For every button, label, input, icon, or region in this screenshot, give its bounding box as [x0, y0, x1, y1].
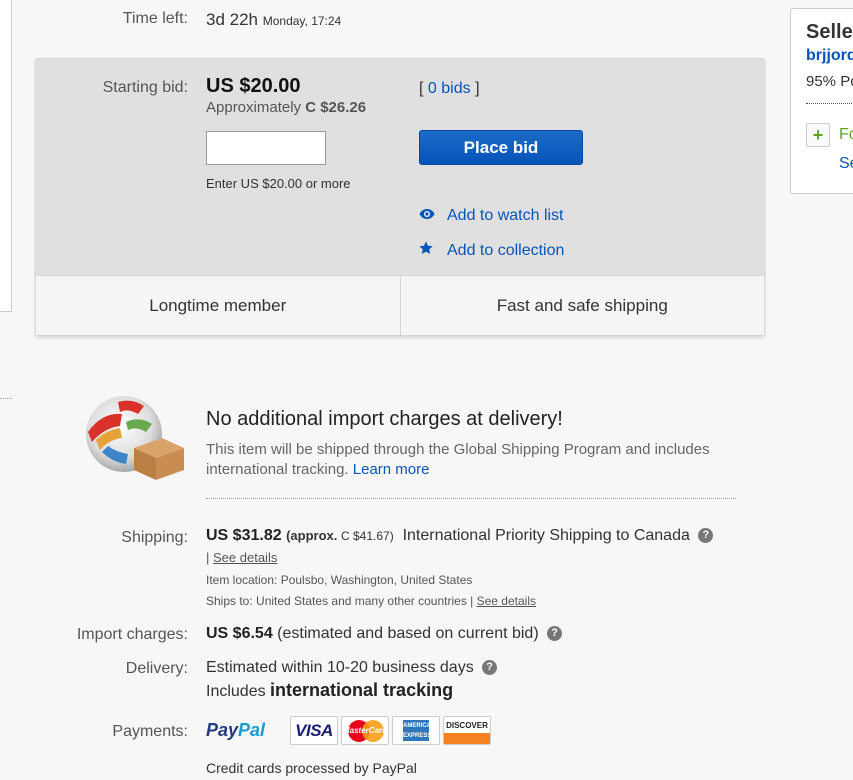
badge-longtime-member: Longtime member — [149, 296, 287, 315]
bid-panel: Starting bid: US $20.00 Approximately C … — [35, 58, 765, 336]
seller-feedback-percent: 95% Po — [806, 73, 853, 90]
add-to-collection-link[interactable]: Add to collection — [419, 241, 564, 260]
shipping-approx: (approx. C $41.67) — [286, 528, 394, 543]
badge-fast-safe-shipping: Fast and safe shipping — [399, 276, 765, 335]
time-left-remaining: 3d 22h — [206, 10, 258, 29]
starting-bid-price: US $20.00 — [206, 75, 301, 97]
add-to-collection-label: Add to collection — [447, 241, 565, 259]
payments-note: Credit cards processed by PayPal — [206, 760, 417, 776]
bid-count-close: ] — [475, 80, 480, 97]
add-to-watch-list-link[interactable]: Add to watch list — [419, 207, 564, 225]
left-divider — [0, 398, 12, 399]
seller-divider — [806, 103, 853, 104]
seller-card-title: Seller — [806, 21, 853, 43]
delivery-includes: Includes — [206, 683, 266, 700]
left-panel-edge — [0, 0, 12, 312]
shipping-summary: US $31.82 (approx. C $41.67) Internation… — [206, 527, 714, 545]
import-charges-value: US $6.54 (estimated and based on current… — [206, 625, 563, 643]
seller-see-link[interactable]: Se — [839, 155, 853, 173]
shipping-approx-value: C $41.67) — [340, 529, 394, 543]
globe-package-icon — [86, 396, 184, 480]
shipping-service: International Priority Shipping to Canad… — [402, 527, 690, 544]
promo-divider — [206, 498, 736, 499]
starting-bid-label: Starting bid: — [102, 79, 188, 96]
import-promo-text: This item will be shipped through the Gl… — [206, 440, 751, 480]
item-location: Item location: Poulsbo, Washington, Unit… — [206, 573, 473, 587]
time-left-value: 3d 22h Monday, 17:24 — [206, 10, 341, 30]
delivery-tracking-text: international tracking — [270, 680, 454, 700]
place-bid-button[interactable]: Place bid — [419, 130, 583, 165]
mastercard-logo: MasterCard — [341, 716, 389, 745]
ships-to-text: Ships to: United States and many other c… — [206, 594, 474, 608]
paypal-logo-pay: Pay — [206, 720, 239, 740]
delivery-label: Delivery: — [125, 660, 188, 677]
bid-amount-input[interactable] — [206, 131, 326, 165]
shipping-details-separator: | — [206, 550, 210, 565]
payments-label: Payments: — [112, 723, 188, 740]
help-icon[interactable]: ? — [482, 660, 498, 675]
shipping-label: Shipping: — [121, 529, 188, 546]
seller-badges: Longtime member Fast and safe shipping — [36, 275, 764, 335]
paypal-logo-pal: Pal — [238, 720, 266, 740]
shipping-see-details-link[interactable]: See details — [213, 550, 277, 565]
shipping-amount: US $31.82 — [206, 527, 282, 544]
time-left-label: Time left: — [122, 10, 188, 27]
delivery-estimate: Estimated within 10-20 business days ? — [206, 659, 498, 677]
learn-more-link[interactable]: Learn more — [353, 461, 430, 478]
seller-info-card: Seller brjjord 95% Po + Fo Se — [790, 8, 853, 194]
shipping-details-row: | See details — [206, 550, 277, 565]
import-charges-amount: US $6.54 — [206, 625, 273, 642]
follow-seller-link[interactable]: Fo — [839, 126, 853, 144]
ships-to: Ships to: United States and many other c… — [206, 594, 536, 608]
bid-count-open: [ — [419, 80, 424, 97]
amex-logo: AMERICAN EXPRESS — [392, 716, 440, 745]
bid-hint: Enter US $20.00 or more — [206, 176, 351, 191]
amex-text: AMERICAN EXPRESS — [403, 720, 435, 741]
import-charges-label: Import charges: — [76, 626, 188, 643]
add-to-watch-list-label: Add to watch list — [447, 207, 564, 224]
help-icon[interactable]: ? — [698, 528, 714, 543]
delivery-estimate-text: Estimated within 10-20 business days — [206, 659, 474, 676]
seller-name-link[interactable]: brjjord — [806, 47, 853, 65]
eye-icon — [419, 207, 447, 225]
approx-value: C $26.26 — [305, 99, 367, 116]
delivery-tracking: Includes international tracking — [206, 680, 453, 701]
help-icon[interactable]: ? — [547, 626, 563, 641]
time-left-end: Monday, 17:24 — [262, 14, 342, 28]
card-logos: VISA MasterCard AMERICAN EXPRESS DISCOVE… — [290, 716, 491, 745]
approx-prefix: Approximately — [206, 99, 302, 116]
bid-count: [ 0 bids ] — [419, 80, 480, 98]
plus-icon[interactable]: + — [806, 123, 830, 147]
paypal-logo: PayPal — [206, 720, 265, 741]
import-charges-note: (estimated and based on current bid) — [277, 625, 539, 642]
starting-bid-approx: Approximately C $26.26 — [206, 99, 366, 116]
import-promo-title: No additional import charges at delivery… — [206, 408, 563, 430]
shipping-approx-label: (approx. — [286, 528, 338, 543]
star-icon — [419, 241, 447, 260]
import-promo-description: This item will be shipped through the Gl… — [206, 441, 710, 478]
bid-count-link[interactable]: 0 bids — [428, 80, 471, 97]
ships-to-see-details-link[interactable]: See details — [477, 594, 536, 608]
discover-logo: DISCOVER — [443, 716, 491, 745]
visa-logo: VISA — [290, 716, 338, 745]
mastercard-text: MasterCard — [342, 726, 387, 735]
